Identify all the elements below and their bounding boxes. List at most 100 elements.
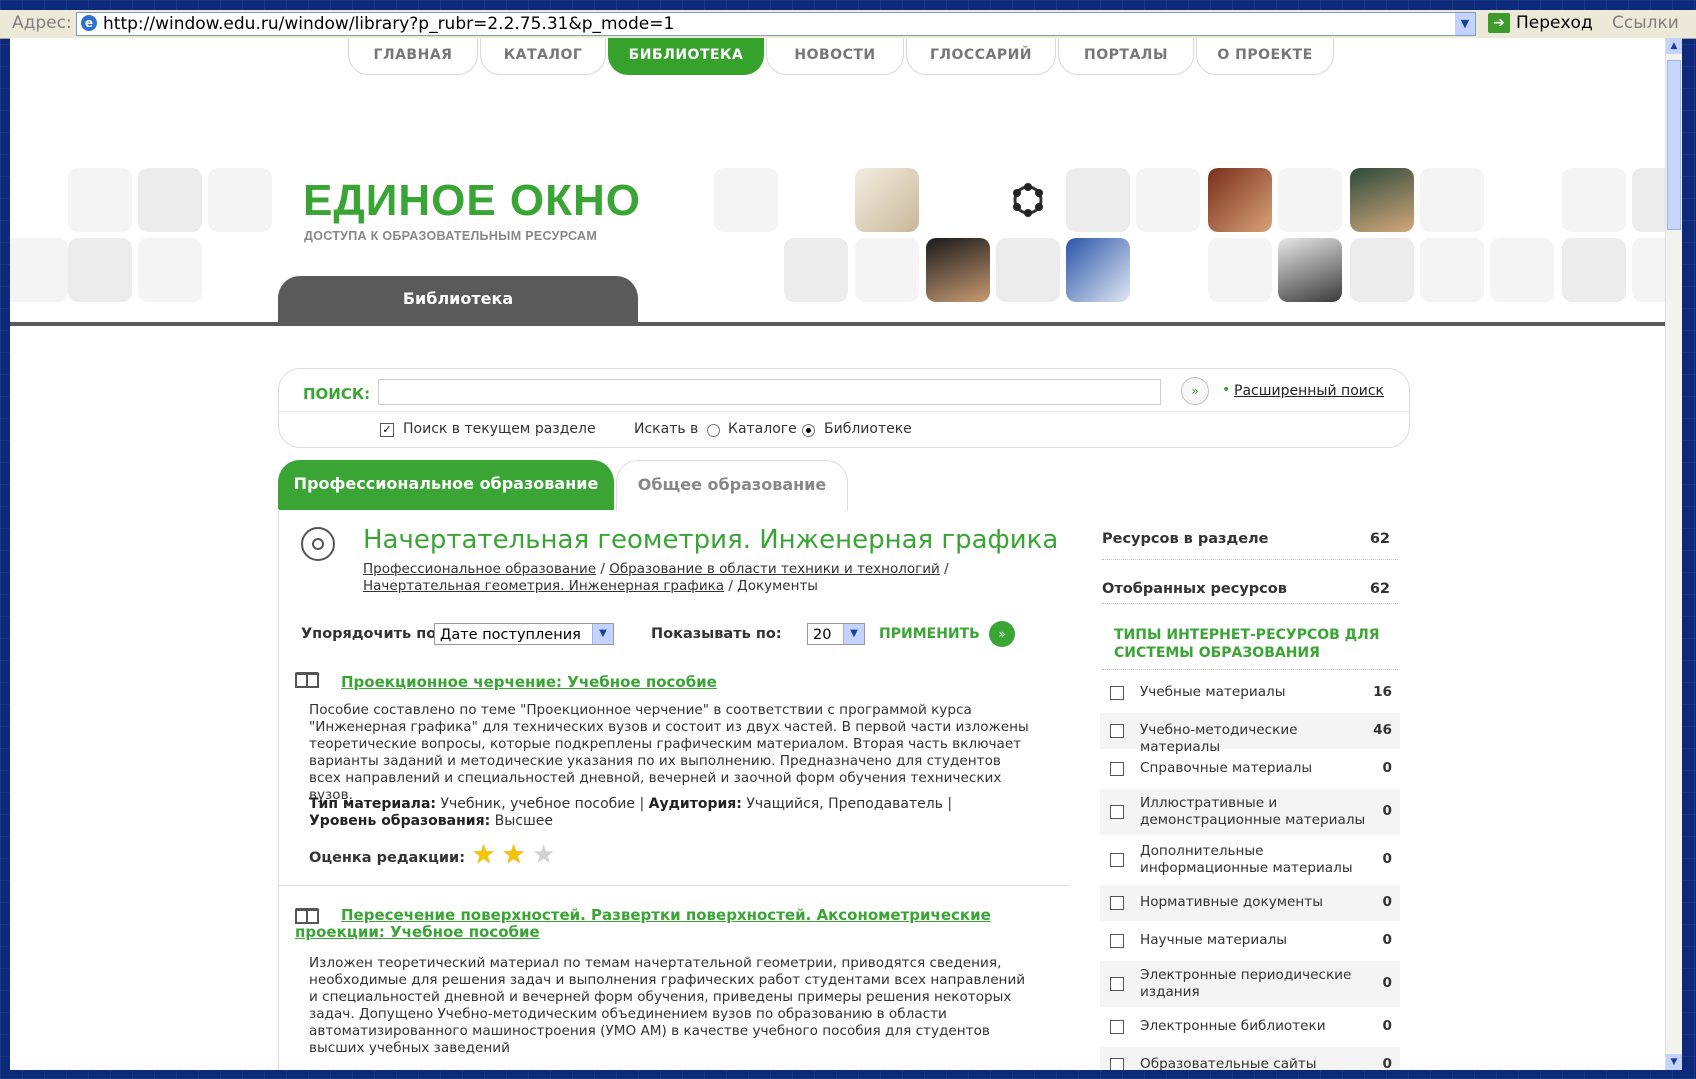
decor-tile: [1562, 238, 1626, 302]
address-input[interactable]: e http://window.edu.ru/window/library?p_…: [76, 12, 1476, 36]
filter-item[interactable]: Нормативные документы 0: [1100, 885, 1400, 921]
resource-title-link[interactable]: Проекционное черчение: Учебное пособие: [341, 673, 717, 691]
nav-tab-glossary[interactable]: ГЛОССАРИЙ: [906, 38, 1056, 75]
resource-description: Изложен теоретический материал по темам …: [309, 955, 1026, 1056]
bullet-icon: •: [1222, 382, 1231, 398]
photo-students: [1278, 238, 1342, 302]
filter-checkbox[interactable]: [1110, 686, 1124, 700]
filter-checkbox[interactable]: [1110, 724, 1124, 738]
filter-item[interactable]: Дополнительные информационные материалы …: [1100, 837, 1400, 883]
type-label: Тип материала:: [309, 796, 436, 812]
nav-tab-library[interactable]: БИБЛИОТЕКА: [608, 38, 764, 75]
filter-checkbox[interactable]: [1110, 805, 1124, 819]
catalog-radio[interactable]: [707, 424, 720, 437]
sort-select[interactable]: Дате поступления ▼: [434, 623, 614, 645]
filter-item[interactable]: Учебные материалы 16: [1100, 675, 1400, 711]
page-size-select[interactable]: 20 ▼: [807, 623, 865, 645]
nav-tab-portals[interactable]: ПОРТАЛЫ: [1058, 38, 1194, 75]
nav-tab-catalog[interactable]: КАТАЛОГ: [480, 38, 606, 75]
filter-item[interactable]: Образовательные сайты 0: [1100, 1047, 1400, 1070]
nav-tab-home[interactable]: ГЛАВНАЯ: [348, 38, 478, 75]
selected-label: Отобранных ресурсов: [1102, 581, 1287, 597]
ie-page-icon: e: [81, 15, 97, 31]
filter-label: Электронные периодические издания: [1140, 967, 1352, 1000]
search-input[interactable]: [378, 379, 1161, 405]
filter-checkbox[interactable]: [1110, 896, 1124, 910]
scroll-down-icon[interactable]: ▼: [1666, 1054, 1682, 1070]
selected-resources: Отобранных ресурсов 62: [1102, 581, 1398, 597]
sort-label: Упорядочить по:: [301, 626, 443, 642]
show-label: Показывать по:: [651, 626, 782, 642]
arrow-right-icon: ➔: [1488, 13, 1510, 33]
search-panel: ПОИСК: » • Расширенный поиск ✓ Поиск в т…: [278, 368, 1410, 448]
tab-general-education[interactable]: Общее образование: [616, 460, 848, 511]
address-label: Адрес:: [12, 13, 72, 33]
decor-tile: [996, 238, 1060, 302]
filter-label: Научные материалы: [1140, 932, 1288, 948]
logo-title[interactable]: ЕДИНОЕ ОКНО: [303, 176, 641, 226]
vertical-scrollbar[interactable]: ▲ ▼: [1665, 38, 1682, 1070]
filter-checkbox[interactable]: [1110, 762, 1124, 776]
filter-count: 0: [1382, 803, 1392, 819]
breadcrumb-link[interactable]: Образование в области техники и технолог…: [609, 561, 940, 577]
filter-item[interactable]: Учебно-методические материалы 46: [1100, 713, 1400, 755]
nav-tab-news[interactable]: НОВОСТИ: [766, 38, 904, 75]
catalog-radio-label: Каталоге: [728, 421, 797, 437]
decor-tile: [138, 238, 202, 302]
molecule-icon: [1013, 183, 1043, 217]
decor-tile: [1420, 238, 1484, 302]
resources-count: 62: [1369, 531, 1390, 547]
apply-button[interactable]: »: [989, 621, 1015, 647]
filter-item[interactable]: Электронные периодические издания 0: [1100, 961, 1400, 1007]
search-in-section-checkbox[interactable]: ✓: [380, 423, 394, 437]
filter-count: 0: [1382, 1018, 1392, 1034]
decor-tile: [1562, 168, 1626, 232]
photo-teacher: [1350, 168, 1414, 232]
search-in-section-label: Поиск в текущем разделе: [403, 421, 596, 437]
address-url: http://window.edu.ru/window/library?p_ru…: [103, 14, 675, 34]
breadcrumb-link[interactable]: Начертательная геометрия. Инженерная гра…: [363, 578, 724, 594]
filter-item[interactable]: Электронные библиотеки 0: [1100, 1009, 1400, 1045]
sidebar-divider: [1102, 669, 1398, 670]
decor-tile: [714, 168, 778, 232]
breadcrumb-link[interactable]: Профессиональное образование: [363, 561, 596, 577]
search-button[interactable]: »: [1181, 377, 1209, 405]
tab-professional-education[interactable]: Профессиональное образование: [278, 460, 614, 510]
item-divider: [279, 885, 1069, 886]
section-tab-library[interactable]: Библиотека: [278, 276, 638, 324]
web-page: ГЛАВНАЯ КАТАЛОГ БИБЛИОТЕКА НОВОСТИ ГЛОСС…: [10, 38, 1682, 1070]
decor-tile: [138, 168, 202, 232]
decor-tile: [1066, 168, 1130, 232]
filter-checkbox[interactable]: [1110, 977, 1124, 991]
resource-title-link[interactable]: Пересечение поверхностей. Развертки пове…: [295, 907, 1055, 941]
chevron-down-icon: ▼: [592, 624, 613, 644]
sidebar-divider: [1102, 603, 1398, 604]
nav-tab-about[interactable]: О ПРОЕКТЕ: [1196, 38, 1334, 75]
audience-value: Учащийся, Преподаватель: [746, 796, 943, 812]
filter-checkbox[interactable]: [1110, 1058, 1124, 1070]
decor-tile: [208, 168, 272, 232]
chevron-down-icon[interactable]: ▼: [1455, 13, 1475, 35]
level-label: Уровень образования:: [309, 813, 491, 829]
page-size-value: 20: [813, 627, 832, 643]
type-value: Учебник, учебное пособие: [440, 796, 636, 812]
filter-item[interactable]: Справочные материалы 0: [1100, 751, 1400, 787]
library-radio[interactable]: [802, 424, 815, 437]
filter-label: Электронные библиотеки: [1140, 1018, 1326, 1034]
links-button[interactable]: Ссылки: [1612, 13, 1679, 33]
scroll-up-icon[interactable]: ▲: [1666, 38, 1682, 54]
advanced-search-link[interactable]: Расширенный поиск: [1234, 383, 1384, 399]
decor-tile: [10, 238, 68, 302]
filter-checkbox[interactable]: [1110, 934, 1124, 948]
gear-icon: [301, 527, 335, 561]
filter-checkbox[interactable]: [1110, 853, 1124, 867]
scroll-thumb[interactable]: [1667, 60, 1681, 230]
go-label: Переход: [1516, 13, 1593, 33]
photo-graduate: [926, 238, 990, 302]
filter-item[interactable]: Научные материалы 0: [1100, 923, 1400, 959]
star-empty-icon: ★: [532, 840, 556, 870]
filter-checkbox[interactable]: [1110, 1020, 1124, 1034]
apply-label[interactable]: ПРИМЕНИТЬ: [879, 626, 980, 642]
decor-tile: [1136, 168, 1200, 232]
filter-item[interactable]: Иллюстративные и демонстрационные матери…: [1100, 789, 1400, 835]
